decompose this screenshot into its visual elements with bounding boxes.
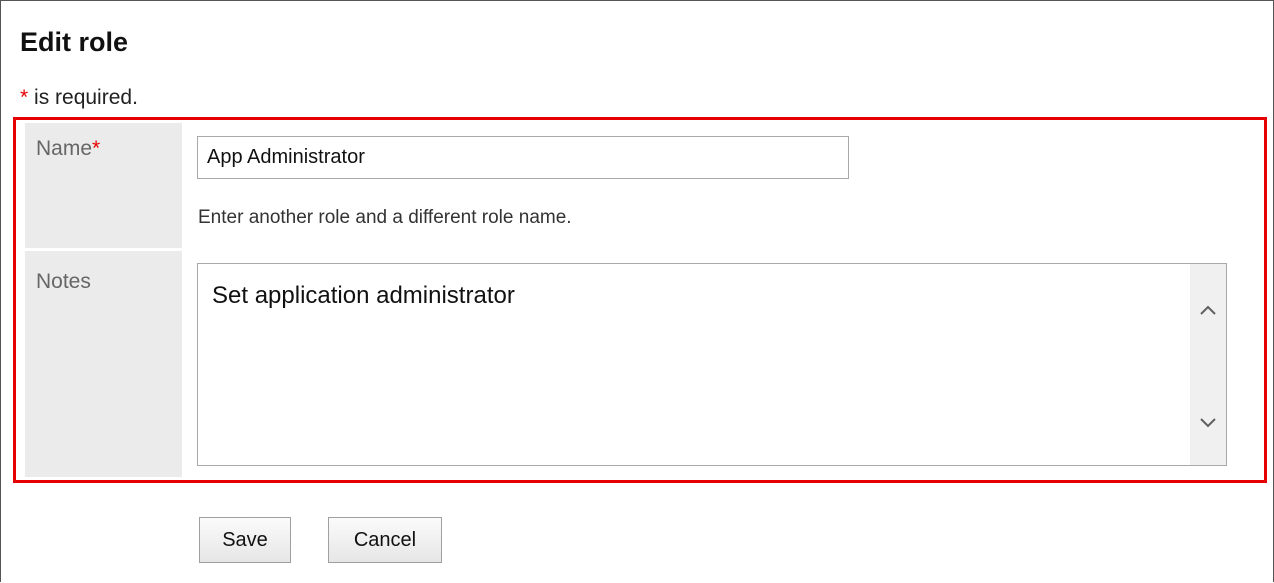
name-required-star: * — [92, 137, 101, 160]
page-title: Edit role — [20, 27, 129, 57]
required-star: * — [20, 86, 29, 109]
name-hint: Enter another role and a different role … — [198, 207, 572, 228]
name-label: Name — [36, 137, 93, 160]
notes-label: Notes — [36, 270, 91, 293]
notes-field: Set application administrator — [197, 263, 1227, 466]
required-note: * is required. — [20, 85, 138, 111]
notes-textarea[interactable]: Set application administrator — [198, 264, 1190, 465]
name-input[interactable] — [197, 136, 849, 179]
chevron-up-icon[interactable] — [1199, 302, 1217, 320]
required-note-text: is required. — [28, 86, 138, 109]
notes-label-cell: Notes — [25, 251, 182, 477]
notes-scrollbar[interactable] — [1190, 264, 1226, 465]
chevron-down-icon[interactable] — [1199, 413, 1217, 431]
save-button[interactable]: Save — [199, 517, 291, 563]
cancel-button[interactable]: Cancel — [328, 517, 442, 563]
edit-role-panel: Edit role * is required. Name* Enter ano… — [0, 0, 1274, 582]
name-label-cell: Name* — [25, 123, 182, 248]
